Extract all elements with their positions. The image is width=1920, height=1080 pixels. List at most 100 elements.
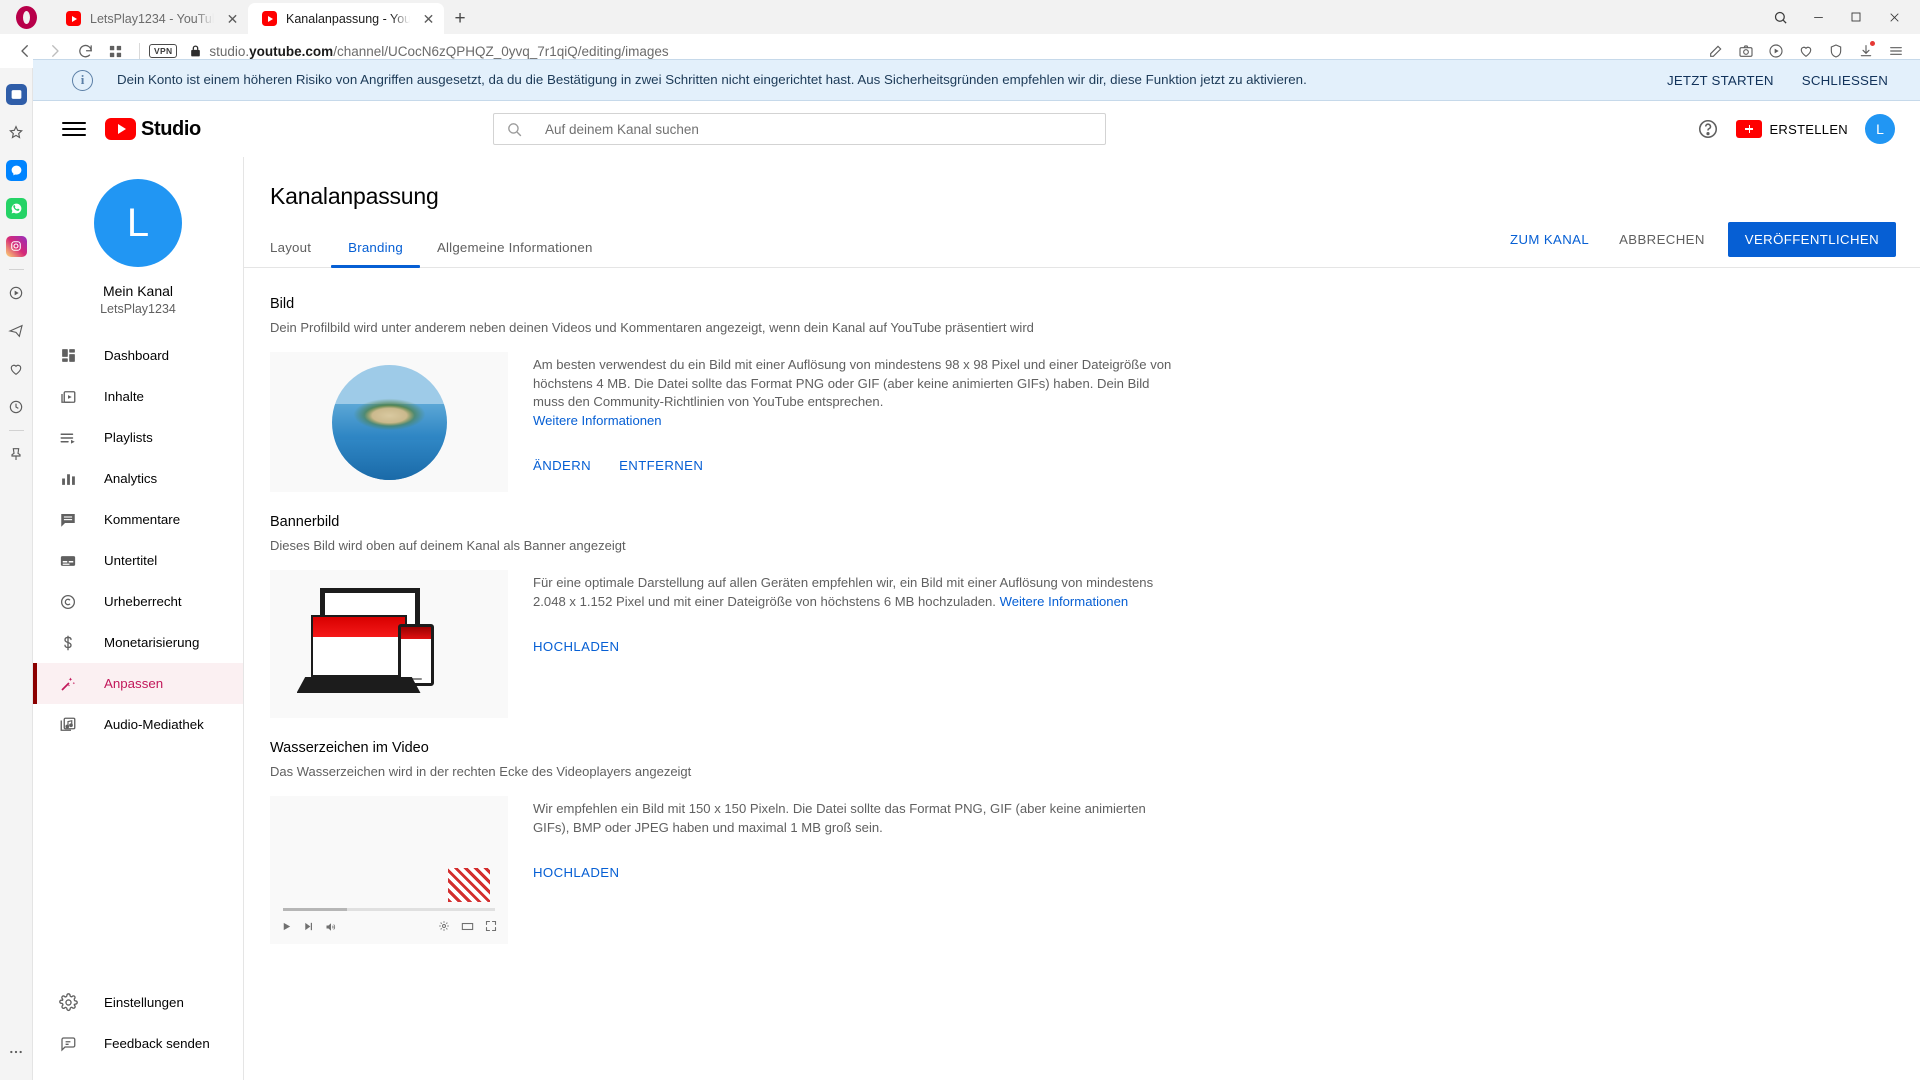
search-icon[interactable] bbox=[1762, 2, 1798, 32]
opera-sidebar-player[interactable] bbox=[0, 274, 33, 312]
browser-tab-1[interactable]: LetsPlay1234 - YouTube ✕ bbox=[52, 3, 248, 34]
close-icon[interactable]: ✕ bbox=[223, 9, 242, 28]
sidebar-item-label: Feedback senden bbox=[104, 1036, 210, 1051]
page-title: Kanalanpassung bbox=[270, 183, 439, 209]
create-video-icon bbox=[1736, 120, 1763, 138]
remove-profile-picture-button[interactable]: ENTFERNEN bbox=[609, 450, 713, 481]
profile-picture-preview[interactable] bbox=[270, 352, 508, 492]
maximize-button[interactable] bbox=[1838, 2, 1874, 32]
browser-tab-2[interactable]: Kanalanpassung - YouTube ✕ bbox=[248, 3, 444, 34]
tab-branding[interactable]: Branding bbox=[331, 240, 420, 268]
channel-title: Mein Kanal bbox=[102, 283, 174, 299]
channel-avatar[interactable]: L bbox=[94, 179, 182, 267]
search-box[interactable] bbox=[493, 113, 1106, 145]
banner-image-preview[interactable] bbox=[270, 570, 508, 718]
close-icon[interactable]: ✕ bbox=[419, 9, 438, 28]
sidebar-item-monetarisierung[interactable]: Monetarisierung bbox=[33, 622, 243, 663]
phone-banner-band bbox=[400, 627, 431, 639]
copyright-icon bbox=[57, 591, 79, 613]
play-icon[interactable] bbox=[281, 921, 292, 932]
settings-gear-icon[interactable] bbox=[438, 920, 450, 933]
theater-mode-icon[interactable] bbox=[461, 920, 474, 933]
opera-sidebar-pin[interactable] bbox=[0, 435, 33, 473]
create-button[interactable]: ERSTELLEN bbox=[1736, 120, 1848, 138]
laptop-icon bbox=[310, 615, 407, 677]
watermark-preview[interactable] bbox=[270, 796, 508, 944]
close-button[interactable] bbox=[1876, 2, 1912, 32]
volume-icon[interactable] bbox=[325, 921, 337, 933]
opera-sidebar-whatsapp[interactable] bbox=[0, 189, 33, 227]
opera-sidebar-instagram[interactable] bbox=[0, 227, 33, 265]
opera-sidebar-history[interactable] bbox=[0, 388, 33, 426]
comments-icon bbox=[57, 509, 79, 531]
banner-start-now-button[interactable]: JETZT STARTEN bbox=[1653, 73, 1788, 88]
sidebar-item-analytics[interactable]: Analytics bbox=[33, 458, 243, 499]
new-tab-button[interactable]: + bbox=[444, 3, 476, 34]
sidebar-item-label: Audio-Mediathek bbox=[104, 717, 204, 732]
island-photo bbox=[331, 364, 447, 480]
view-channel-button[interactable]: ZUM KANAL bbox=[1495, 223, 1604, 256]
opera-sidebar-messenger[interactable] bbox=[0, 151, 33, 189]
change-profile-picture-button[interactable]: ÄNDERN bbox=[533, 450, 601, 481]
tab-title: LetsPlay1234 - YouTube bbox=[90, 11, 214, 26]
upload-watermark-button[interactable]: HOCHLADEN bbox=[533, 857, 629, 888]
vpn-badge[interactable]: VPN bbox=[149, 44, 178, 58]
tab-allgemeine-informationen[interactable]: Allgemeine Informationen bbox=[420, 240, 610, 267]
phone-icon bbox=[397, 624, 434, 686]
sidebar-item-kommentare[interactable]: Kommentare bbox=[33, 499, 243, 540]
opera-sidebar-heart[interactable] bbox=[0, 350, 33, 388]
publish-button[interactable]: VERÖFFENTLICHEN bbox=[1727, 222, 1896, 257]
section-description: Am besten verwendest du ein Bild mit ein… bbox=[533, 357, 1172, 410]
opera-logo[interactable] bbox=[0, 0, 52, 34]
section-subtitle: Dieses Bild wird oben auf deinem Kanal a… bbox=[270, 538, 626, 553]
youtube-icon bbox=[105, 118, 136, 140]
sidebar-item-label: Analytics bbox=[104, 471, 158, 486]
tab-layout[interactable]: Layout bbox=[270, 240, 331, 267]
sidebar-item-audio-mediathek[interactable]: Audio-Mediathek bbox=[33, 704, 243, 745]
sidebar-item-anpassen[interactable]: Anpassen bbox=[33, 663, 243, 704]
download-badge bbox=[1870, 40, 1875, 46]
fullscreen-icon[interactable] bbox=[485, 920, 497, 933]
cancel-button[interactable]: ABBRECHEN bbox=[1604, 223, 1720, 256]
player-progress-bar[interactable] bbox=[283, 908, 495, 911]
youtube-icon bbox=[66, 11, 81, 26]
window-controls bbox=[1762, 0, 1920, 34]
youtube-studio-logo[interactable]: Studio bbox=[105, 118, 201, 141]
avatar[interactable]: L bbox=[1865, 114, 1895, 144]
sidebar-item-untertitel[interactable]: Untertitel bbox=[33, 540, 243, 581]
learn-more-link[interactable]: Weitere Informationen bbox=[1000, 594, 1129, 609]
learn-more-link[interactable]: Weitere Informationen bbox=[533, 413, 662, 428]
sidebar-item-label: Monetarisierung bbox=[104, 635, 200, 650]
sidebar-item-playlists[interactable]: Playlists bbox=[33, 417, 243, 458]
opera-sidebar-more[interactable] bbox=[0, 1033, 33, 1071]
sidebar-item-einstellungen[interactable]: Einstellungen bbox=[33, 982, 243, 1023]
hamburger-icon[interactable] bbox=[62, 117, 86, 141]
next-icon[interactable] bbox=[303, 921, 314, 932]
minimize-button[interactable] bbox=[1800, 2, 1836, 32]
sidebar-item-inhalte[interactable]: Inhalte bbox=[33, 376, 243, 417]
opera-sidebar-send[interactable] bbox=[0, 312, 33, 350]
opera-sidebar-bottom bbox=[0, 1033, 33, 1080]
sidebar-item-label: Inhalte bbox=[104, 389, 144, 404]
sidebar-item-dashboard[interactable]: Dashboard bbox=[33, 335, 243, 376]
opera-sidebar-favorites[interactable] bbox=[0, 113, 33, 151]
url-text: studio.youtube.com/channel/UCocN6zQPHQZ_… bbox=[209, 43, 669, 59]
section-description: Wir empfehlen ein Bild mit 150 x 150 Pix… bbox=[533, 801, 1146, 835]
main-content: Kanalanpassung Layout Branding Allgemein… bbox=[244, 157, 1920, 1080]
banner-close-button[interactable]: SCHLIESSEN bbox=[1788, 73, 1902, 88]
search-input[interactable] bbox=[545, 121, 1093, 137]
help-icon[interactable] bbox=[1697, 118, 1719, 140]
youtube-icon bbox=[262, 11, 277, 26]
opera-sidebar-workspace[interactable] bbox=[0, 75, 33, 113]
feedback-icon bbox=[57, 1033, 79, 1055]
search-icon bbox=[506, 121, 523, 138]
analytics-icon bbox=[57, 468, 79, 490]
divider bbox=[8, 269, 24, 270]
sidebar-item-urheberrecht[interactable]: Urheberrecht bbox=[33, 581, 243, 622]
sidebar-item-feedback-senden[interactable]: Feedback senden bbox=[33, 1023, 243, 1064]
channel-block: L Mein Kanal LetsPlay1234 bbox=[33, 179, 243, 335]
tab-strip: LetsPlay1234 - YouTube ✕ Kanalanpassung … bbox=[0, 0, 1920, 34]
gear-icon bbox=[57, 992, 79, 1014]
upload-banner-button[interactable]: HOCHLADEN bbox=[533, 631, 629, 662]
search-container bbox=[493, 113, 1106, 145]
